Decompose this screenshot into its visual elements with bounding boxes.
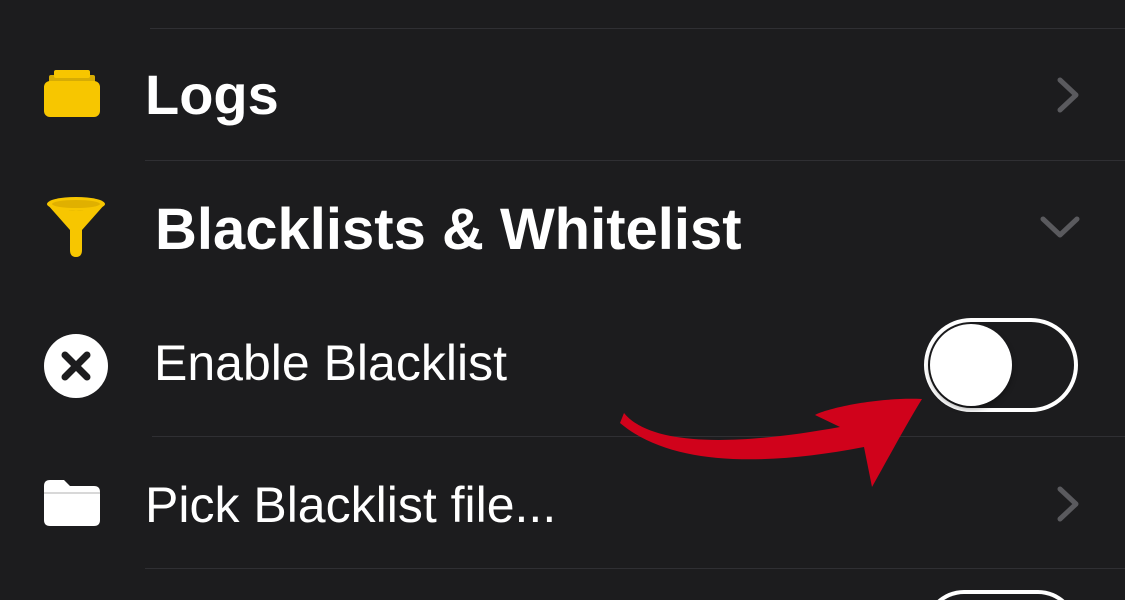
next-row-toggle[interactable] xyxy=(924,590,1078,600)
folder-icon xyxy=(44,480,100,531)
enable-blacklist-row: Enable Blacklist xyxy=(0,294,1125,436)
x-circle-icon xyxy=(44,334,108,403)
logs-label: Logs xyxy=(145,63,279,126)
blacklists-whitelist-row[interactable]: Blacklists & Whitelist xyxy=(0,162,1125,292)
logs-row[interactable]: Logs xyxy=(0,30,1125,160)
toggle-knob xyxy=(930,324,1012,406)
enable-blacklist-label: Enable Blacklist xyxy=(154,335,507,391)
pick-blacklist-file-label: Pick Blacklist file... xyxy=(145,477,557,533)
chevron-right-icon xyxy=(1054,77,1082,118)
blacklists-whitelist-label: Blacklists & Whitelist xyxy=(155,197,742,262)
folder-icon xyxy=(44,70,100,123)
separator xyxy=(145,568,1125,569)
chevron-down-icon xyxy=(1040,214,1080,245)
pick-blacklist-file-row[interactable]: Pick Blacklist file... xyxy=(0,438,1125,568)
chevron-right-icon xyxy=(1054,486,1082,527)
separator xyxy=(145,160,1125,161)
enable-blacklist-toggle[interactable] xyxy=(924,318,1078,412)
funnel-icon xyxy=(44,196,108,263)
settings-screen: Logs Blacklists & Whitelist Enable Black… xyxy=(0,0,1125,600)
separator xyxy=(150,28,1125,29)
